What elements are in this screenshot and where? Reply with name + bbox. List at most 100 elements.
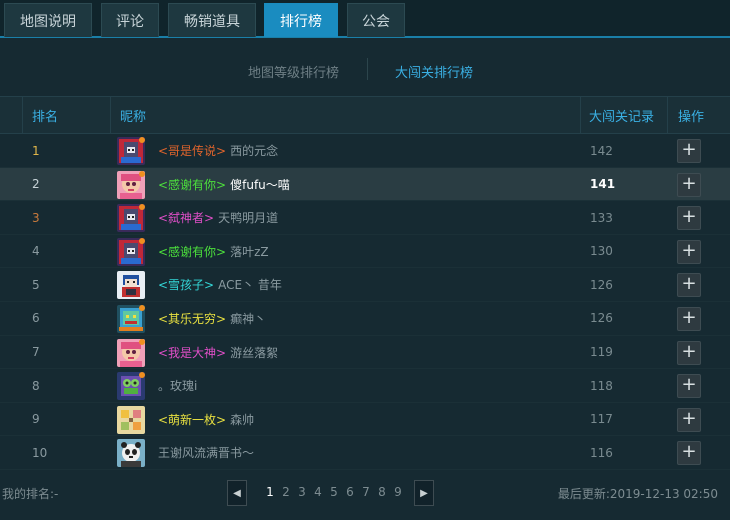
main-tab-bar: 地图说明 评论 畅销道具 排行榜 公会 [0, 0, 730, 38]
avatar[interactable] [117, 271, 145, 300]
player-name[interactable]: 癫神丶 [230, 310, 266, 327]
player-name-cell: 。玫瑰i [158, 369, 197, 402]
tab-bestselling-items[interactable]: 畅销道具 [168, 3, 256, 37]
avatar[interactable] [117, 439, 145, 468]
table-row: 1 <哥是传说> 西的元念 142 + [0, 134, 730, 168]
rank-number: 7 [32, 345, 40, 360]
add-friend-button[interactable]: + [677, 407, 701, 432]
player-name-cell: <我是大神> 游丝落絮 [158, 336, 278, 369]
player-name-cell: <萌新一枚> 森帅 [158, 403, 254, 436]
player-name[interactable]: 。玫瑰i [158, 377, 197, 394]
page-number[interactable]: 3 [294, 485, 310, 499]
player-name[interactable]: 森帅 [230, 411, 254, 428]
avatar[interactable] [117, 204, 145, 233]
player-name[interactable]: 傻fufu～喵 [230, 176, 290, 193]
challenge-record: 142 [590, 143, 613, 158]
pagination: 1 2 3 4 5 6 7 8 9 [262, 485, 406, 499]
player-name[interactable]: 落叶zZ [230, 243, 269, 260]
challenge-record: 126 [590, 311, 613, 326]
chevron-right-icon: ▶ [420, 487, 428, 499]
next-page-button[interactable]: ▶ [414, 480, 434, 506]
add-friend-button[interactable]: + [677, 441, 701, 466]
rank-number: 1 [32, 143, 40, 158]
subtab-divider [367, 58, 368, 80]
table-row: 4 <感谢有你> 落叶zZ 130 + [0, 235, 730, 269]
page-number[interactable]: 9 [390, 485, 406, 499]
my-rank-label: 我的排名:- [2, 487, 59, 501]
table-row: 3 <弑神者> 天鸭明月道 133 + [0, 201, 730, 235]
challenge-record: 117 [590, 412, 613, 427]
player-title: <萌新一枚> [158, 412, 227, 427]
add-friend-button[interactable]: + [677, 273, 701, 298]
table-row: 10 王谢风流满晋书～ 116 + [0, 436, 730, 470]
page-number[interactable]: 2 [278, 485, 294, 499]
avatar[interactable] [117, 405, 145, 434]
player-name[interactable]: ACE丶 昔年 [218, 276, 282, 293]
chevron-left-icon: ◀ [233, 487, 241, 499]
table-row: 7 <我是大神> 游丝落絮 119 + [0, 336, 730, 370]
subtab-challenge-ranking[interactable]: 大闯关排行榜 [395, 62, 473, 81]
avatar[interactable] [117, 137, 145, 165]
column-divider [667, 97, 668, 134]
player-title: <感谢有你> [158, 244, 227, 259]
challenge-record: 119 [590, 345, 613, 360]
player-title: <哥是传说> [158, 144, 227, 158]
page-number[interactable]: 8 [374, 485, 390, 499]
add-friend-button[interactable]: + [677, 306, 701, 331]
table-row: 6 <其乐无穷> 癫神丶 126 + [0, 302, 730, 336]
page-number[interactable]: 5 [326, 485, 342, 499]
page-number[interactable]: 7 [358, 485, 374, 499]
add-friend-button[interactable]: + [677, 374, 701, 399]
challenge-record: 141 [590, 177, 616, 192]
player-title: <雪孩子> [158, 278, 215, 293]
rank-number: 10 [32, 445, 48, 460]
column-divider [110, 97, 111, 134]
tab-comments[interactable]: 评论 [101, 3, 159, 37]
avatar[interactable] [117, 338, 145, 367]
leaderboard-subtabs: 地图等级排行榜 大闯关排行榜 [0, 40, 730, 96]
rank-number: 2 [32, 177, 40, 192]
table-row: 9 <萌新一枚> 森帅 117 + [0, 403, 730, 437]
rank-number: 9 [32, 412, 40, 427]
player-name[interactable]: 王谢风流满晋书～ [158, 444, 254, 461]
player-title: <弑神者> [158, 211, 215, 226]
prev-page-button[interactable]: ◀ [227, 480, 247, 506]
column-divider [22, 97, 23, 134]
player-name-cell: <感谢有你> 傻fufu～喵 [158, 168, 290, 201]
add-friend-button[interactable]: + [677, 340, 701, 365]
rank-number: 6 [32, 311, 40, 326]
page-number[interactable]: 4 [310, 485, 326, 499]
column-header-action: 操作 [678, 110, 705, 125]
player-name[interactable]: 天鸭明月道 [218, 209, 278, 226]
table-row: 8 。玫瑰i 118 + [0, 369, 730, 403]
avatar[interactable] [117, 170, 145, 199]
page-number[interactable]: 6 [342, 485, 358, 499]
add-friend-button[interactable]: + [677, 239, 701, 264]
column-header-nickname: 昵称 [120, 110, 147, 125]
tab-leaderboard[interactable]: 排行榜 [264, 3, 338, 37]
page-number[interactable]: 1 [262, 485, 278, 499]
challenge-record: 133 [590, 210, 613, 225]
player-name-cell: <哥是传说> 西的元念 [158, 134, 278, 167]
avatar[interactable] [117, 372, 145, 401]
player-name-cell: 王谢风流满晋书～ [158, 436, 254, 469]
rank-number: 8 [32, 378, 40, 393]
add-friend-button[interactable]: + [677, 206, 701, 231]
player-name[interactable]: 西的元念 [230, 142, 278, 159]
tab-map-info[interactable]: 地图说明 [4, 3, 92, 37]
avatar[interactable] [117, 237, 145, 266]
table-footer: 我的排名:- ◀ 1 2 3 4 5 6 7 8 9 ▶ 最后更新:2019-1… [0, 476, 730, 510]
rank-number: 4 [32, 244, 40, 259]
challenge-record: 130 [590, 244, 613, 259]
challenge-record: 126 [590, 277, 613, 292]
leaderboard-table-body: 1 <哥是传说> 西的元念 142 + 2 <感谢有你> 傻fufu～喵 141… [0, 134, 730, 470]
avatar[interactable] [117, 304, 145, 333]
tab-guild[interactable]: 公会 [347, 3, 405, 37]
last-updated: 最后更新:2019-12-13 02:50 [557, 487, 718, 501]
player-name[interactable]: 游丝落絮 [230, 344, 278, 361]
subtab-map-level-ranking[interactable]: 地图等级排行榜 [248, 62, 339, 81]
table-row: 5 <雪孩子> ACE丶 昔年 126 + [0, 268, 730, 302]
add-friend-button[interactable]: + [677, 139, 701, 163]
add-friend-button[interactable]: + [677, 172, 701, 197]
rank-number: 3 [32, 210, 40, 225]
